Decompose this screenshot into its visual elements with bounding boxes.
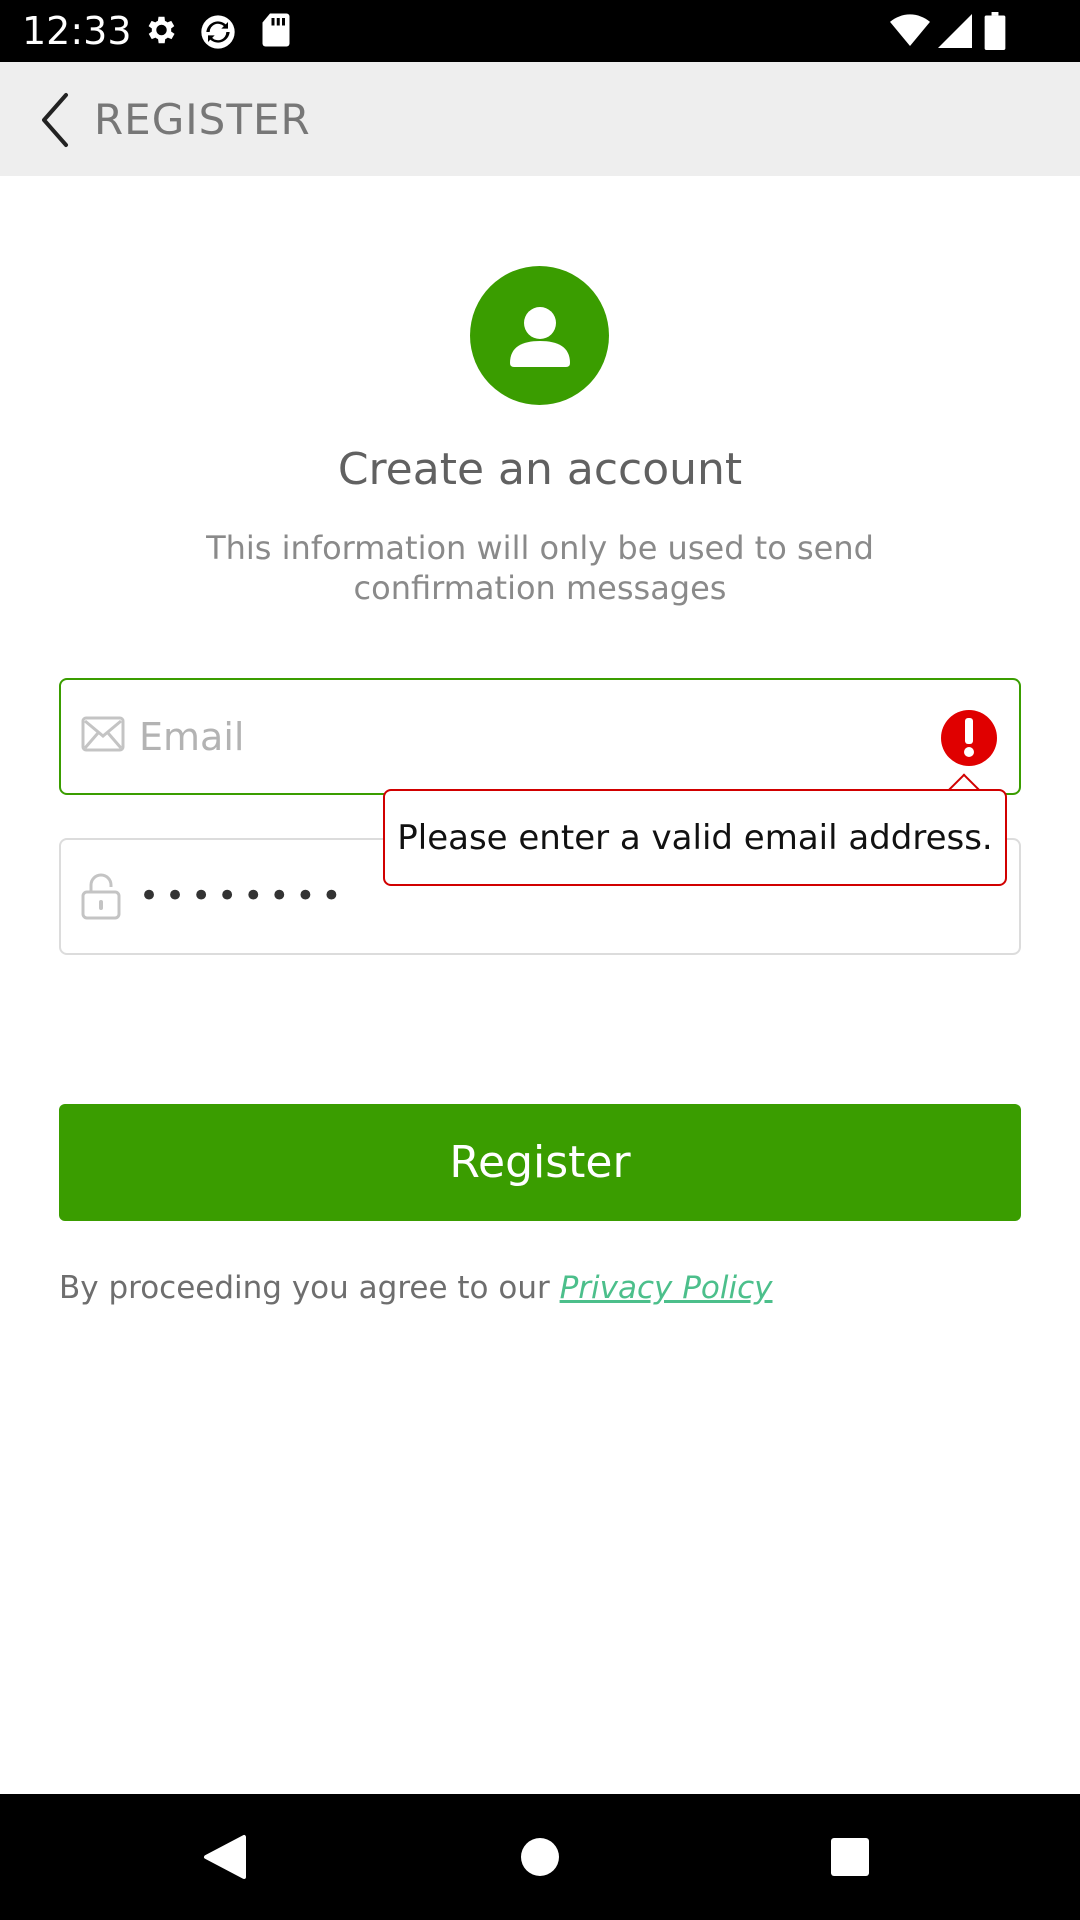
error-tooltip: Please enter a valid email address. xyxy=(383,789,1007,886)
circle-home-icon xyxy=(521,1838,559,1876)
lock-icon xyxy=(81,872,121,924)
status-bar: 12:33 xyxy=(0,0,1080,62)
user-icon xyxy=(470,266,609,405)
email-field[interactable] xyxy=(59,678,1021,795)
nav-recents-button[interactable] xyxy=(790,1794,910,1920)
triangle-back-icon xyxy=(204,1835,246,1879)
status-time: 12:33 xyxy=(22,9,132,53)
privacy-policy-link[interactable]: Privacy Policy xyxy=(560,1270,773,1306)
error-icon xyxy=(941,710,997,766)
battery-icon xyxy=(984,12,1006,54)
navigation-bar xyxy=(0,1794,1080,1920)
toolbar: REGISTER xyxy=(0,62,1080,176)
signal-icon xyxy=(938,14,972,52)
sd-card-icon xyxy=(260,12,292,52)
subtitle: This information will only be used to se… xyxy=(206,529,874,607)
agreement-label: By proceeding you agree to our xyxy=(59,1270,560,1306)
square-recents-icon xyxy=(831,1838,869,1876)
back-button[interactable] xyxy=(28,86,82,154)
agreement-text: By proceeding you agree to our Privacy P… xyxy=(59,1266,1019,1310)
password-input[interactable]: •••••••• xyxy=(139,840,347,953)
chevron-left-icon xyxy=(42,93,68,147)
nav-home-button[interactable] xyxy=(480,1794,600,1920)
register-screen: 12:33 REGISTER Create an account This in… xyxy=(0,0,1080,1920)
page-title: REGISTER xyxy=(94,95,311,144)
nav-back-button[interactable] xyxy=(165,1794,285,1920)
gear-icon xyxy=(142,12,178,52)
heading: Create an account xyxy=(337,444,743,495)
email-input[interactable] xyxy=(139,680,959,793)
wifi-icon xyxy=(890,14,930,52)
sync-icon xyxy=(198,12,238,56)
mail-icon xyxy=(81,716,125,756)
register-button[interactable]: Register xyxy=(59,1104,1021,1221)
